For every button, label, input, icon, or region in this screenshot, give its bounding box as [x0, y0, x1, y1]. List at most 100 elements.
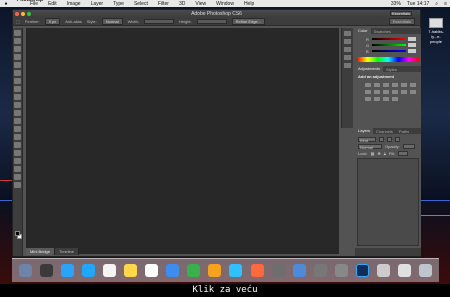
tab-layers[interactable]: Layers: [355, 128, 374, 134]
opacity-input[interactable]: [402, 144, 415, 149]
crop-tool-icon[interactable]: [14, 62, 21, 68]
battery-status[interactable]: 33%: [388, 1, 404, 7]
move-tool-icon[interactable]: [14, 30, 21, 36]
threshold-icon[interactable]: [374, 97, 380, 101]
menu-layer[interactable]: Layer: [86, 1, 109, 7]
marquee-tool-icon[interactable]: [14, 38, 21, 44]
brush-tool-icon[interactable]: [14, 86, 21, 92]
dodge-tool-icon[interactable]: [14, 134, 21, 140]
color-balance-icon[interactable]: [365, 90, 371, 94]
documents-stack-icon[interactable]: [397, 264, 411, 277]
invert-icon[interactable]: [410, 90, 416, 94]
width-input[interactable]: [143, 19, 174, 24]
hue-saturation-icon[interactable]: [410, 83, 416, 87]
blue-value[interactable]: [408, 49, 416, 53]
menu-select[interactable]: Select: [129, 1, 153, 7]
character-panel-icon[interactable]: [344, 47, 351, 52]
filter-type-icon[interactable]: [395, 137, 400, 142]
fill-input[interactable]: [398, 151, 409, 156]
clock[interactable]: Tue 14:17: [404, 1, 432, 7]
quick-selection-tool-icon[interactable]: [14, 54, 21, 60]
hand-tool-icon[interactable]: [14, 174, 21, 180]
layer-kind-filter[interactable]: Kind: [358, 137, 376, 143]
apple-menu-icon[interactable]: ●: [0, 1, 12, 7]
gradient-map-icon[interactable]: [383, 97, 389, 101]
photo-filter-icon[interactable]: [383, 90, 389, 94]
spotlight-icon[interactable]: ⌕: [432, 1, 441, 7]
utility-app-icon[interactable]: [334, 264, 348, 277]
selective-color-icon[interactable]: [392, 97, 398, 101]
blend-mode-select[interactable]: Normal: [358, 144, 382, 150]
zoom-tool-icon[interactable]: [14, 182, 21, 188]
pen-tool-icon[interactable]: [14, 142, 21, 148]
menu-type[interactable]: Type: [108, 1, 129, 7]
lock-position-icon[interactable]: ✥: [377, 151, 380, 156]
menu-view[interactable]: View: [190, 1, 211, 7]
color-lookup-icon[interactable]: [401, 90, 407, 94]
healing-brush-tool-icon[interactable]: [14, 78, 21, 84]
tab-styles[interactable]: Styles: [383, 67, 400, 72]
type-tool-icon[interactable]: [14, 150, 21, 156]
downloads-stack-icon[interactable]: [376, 264, 390, 277]
exposure-icon[interactable]: [392, 83, 398, 87]
menu-file[interactable]: File: [25, 1, 43, 7]
filter-adjustment-icon[interactable]: [387, 137, 392, 142]
foreground-color-swatch[interactable]: [15, 231, 20, 236]
tab-timeline[interactable]: Timeline: [55, 248, 79, 255]
eraser-tool-icon[interactable]: [14, 110, 21, 116]
menu-help[interactable]: Help: [239, 1, 259, 7]
finder-icon[interactable]: [19, 264, 33, 277]
notifications-icon[interactable]: ≡: [441, 1, 450, 7]
window-titlebar[interactable]: Adobe Photoshop CS6 Essentials: [13, 10, 420, 18]
eyedropper-tool-icon[interactable]: [14, 70, 21, 76]
menu-window[interactable]: Window: [211, 1, 239, 7]
tab-swatches[interactable]: Swatches: [371, 29, 394, 34]
posterize-icon[interactable]: [365, 97, 371, 101]
keynote-icon[interactable]: [166, 264, 180, 277]
messages-icon[interactable]: [229, 264, 243, 277]
blue-track[interactable]: [372, 50, 406, 52]
document-canvas-area[interactable]: [26, 28, 339, 254]
color-spectrum-bar[interactable]: [357, 57, 419, 62]
brightness-contrast-icon[interactable]: [365, 83, 371, 87]
shape-tool-icon[interactable]: [14, 166, 21, 172]
channel-mixer-icon[interactable]: [392, 90, 398, 94]
tab-channels[interactable]: Channels: [373, 129, 396, 134]
red-track[interactable]: [372, 38, 406, 40]
numbers-icon[interactable]: [187, 264, 201, 277]
levels-icon[interactable]: [374, 83, 380, 87]
vibrance-icon[interactable]: [401, 83, 407, 87]
curves-icon[interactable]: [383, 83, 389, 87]
tab-adjustments[interactable]: Adjustments: [355, 66, 384, 72]
notes-icon[interactable]: [124, 264, 138, 277]
lock-pixels-icon[interactable]: ▦: [371, 151, 375, 156]
calendar-icon[interactable]: [103, 264, 117, 277]
path-selection-tool-icon[interactable]: [14, 158, 21, 164]
pages-icon[interactable]: [208, 264, 222, 277]
photos-icon[interactable]: [271, 264, 285, 277]
tab-mini-bridge[interactable]: Mini Bridge: [26, 248, 56, 255]
photoshop-icon[interactable]: [355, 264, 369, 277]
tab-color[interactable]: Color: [355, 28, 371, 34]
green-value[interactable]: [408, 43, 416, 47]
gradient-tool-icon[interactable]: [14, 118, 21, 124]
filter-pixel-icon[interactable]: [379, 137, 384, 142]
menu-edit[interactable]: Edit: [43, 1, 62, 7]
feather-input[interactable]: 0 px: [44, 18, 61, 25]
paragraph-panel-icon[interactable]: [344, 55, 351, 60]
marquee-tool-icon[interactable]: ⬚: [16, 19, 20, 24]
app-store-icon[interactable]: [292, 264, 306, 277]
refine-edge-button[interactable]: Refine Edge...: [231, 18, 265, 25]
tab-paths[interactable]: Paths: [396, 129, 412, 134]
blur-tool-icon[interactable]: [14, 126, 21, 132]
history-brush-tool-icon[interactable]: [14, 102, 21, 108]
menu-3d[interactable]: 3D: [174, 1, 190, 7]
launchpad-icon[interactable]: [40, 264, 54, 277]
workspace-switcher[interactable]: Essentials: [390, 11, 412, 16]
blue-slider[interactable]: B: [355, 48, 421, 54]
menu-image[interactable]: Image: [62, 1, 86, 7]
lasso-tool-icon[interactable]: [14, 46, 21, 52]
red-value[interactable]: [408, 37, 416, 41]
itunes-icon[interactable]: [250, 264, 264, 277]
layers-list[interactable]: [357, 158, 419, 246]
